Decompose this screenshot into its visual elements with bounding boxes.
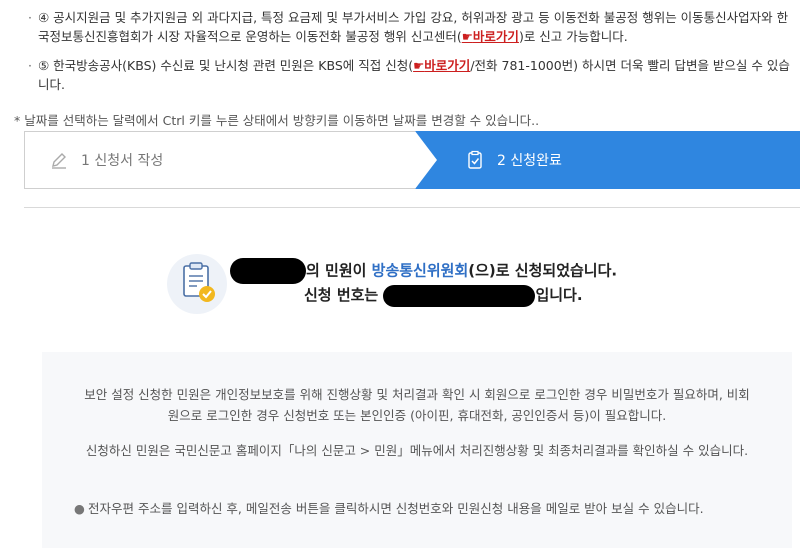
redacted-name	[230, 258, 306, 284]
hand-pointer-icon: ☛	[461, 29, 473, 44]
shortcut-link-report-center[interactable]: ☛바로가기	[462, 29, 519, 44]
shortcut-link-kbs[interactable]: ☛바로가기	[413, 58, 470, 73]
step-complete: 2 신청완료	[415, 131, 800, 189]
bullet: ●	[74, 501, 85, 516]
result-line-2: 신청 번호는 입니다.	[304, 284, 784, 307]
result-line-1: 의 민원이 방송통신위원회(으)로 신청되었습니다.	[230, 258, 710, 284]
calendar-hint: * 날짜를 선택하는 달력에서 Ctrl 키를 누른 상태에서 방향키를 이동하…	[14, 113, 540, 128]
security-notice: 보안 설정 신청한 민원은 개인정보보호를 위해 진행상황 및 처리결과 확인 …	[84, 387, 750, 423]
info-box: 보안 설정 신청한 민원은 개인정보보호를 위해 진행상황 및 처리결과 확인 …	[42, 352, 792, 548]
email-notice: 전자우편 주소를 입력하신 후, 메일전송 버튼을 클릭하시면 신청번호와 민원…	[88, 501, 704, 516]
application-complete-icon	[167, 254, 227, 314]
agency-name: 방송통신위원회	[371, 261, 469, 280]
bullet: ·	[28, 10, 32, 25]
step-label: 2 신청완료	[497, 153, 562, 169]
notice-item-5: · ⑤ 한국방송공사(KBS) 수신료 및 난시청 관련 민원은 KBS에 직접…	[28, 56, 792, 94]
step-label: 1 신청서 작성	[81, 153, 164, 169]
divider	[24, 207, 800, 208]
clipboard-check-icon	[468, 150, 482, 169]
hand-pointer-icon: ☛	[413, 58, 425, 73]
pencil-icon	[52, 153, 66, 169]
progress-steps: 1 신청서 작성 2 신청완료	[24, 131, 800, 189]
notice-text-end: )로 신고 가능합니다.	[518, 29, 628, 44]
notice-text: ⑤ 한국방송공사(KBS) 수신료 및 난시청 관련 민원은 KBS에 직접 신…	[38, 58, 414, 73]
notice-item-4: · ④ 공시지원금 및 추가지원금 외 과다지급, 특정 요금제 및 부가서비스…	[28, 8, 792, 46]
notice-text: ④ 공시지원금 및 추가지원금 외 과다지급, 특정 요금제 및 부가서비스 가…	[38, 10, 789, 44]
bullet: ·	[28, 58, 32, 73]
redacted-application-number	[383, 284, 536, 307]
step-write-application: 1 신청서 작성	[25, 132, 419, 188]
email-notice-item: ● 전자우편 주소를 입력하신 후, 메일전송 버튼을 클릭하시면 신청번호와 …	[74, 498, 732, 519]
check-status-notice: 신청하신 민원은 국민신문고 홈페이지「나의 신문고 > 민원」메뉴에서 처리진…	[85, 443, 749, 458]
